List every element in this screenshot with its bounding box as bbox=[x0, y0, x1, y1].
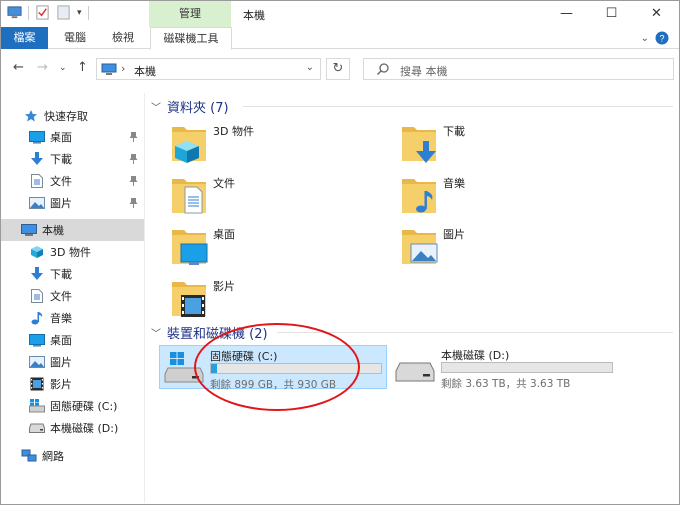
address-bar[interactable]: › 本機 ⌄ bbox=[96, 58, 321, 80]
sidebar-item-desktop[interactable]: 桌面 bbox=[1, 126, 144, 148]
chevron-down-icon[interactable]: ⌄ bbox=[306, 62, 314, 73]
download-arrow-icon bbox=[29, 266, 45, 282]
address-row: ← → ⌄ ↑ › 本機 ⌄ ↻ 搜尋 本機 bbox=[1, 51, 679, 85]
desktop-icon bbox=[29, 332, 45, 348]
network-icon bbox=[21, 448, 37, 464]
drive-d-info: 剩餘 3.63 TB，共 3.63 TB bbox=[441, 378, 571, 390]
pin-icon[interactable] bbox=[129, 153, 138, 167]
pin-icon[interactable] bbox=[129, 131, 138, 145]
up-arrow-icon[interactable]: ↑ bbox=[77, 60, 88, 75]
sidebar-item-quick-access[interactable]: 快速存取 bbox=[1, 105, 144, 127]
pin-icon[interactable] bbox=[129, 175, 138, 189]
sidebar-item-drive-c[interactable]: 固態硬碟 (C:) bbox=[1, 395, 144, 417]
hard-drive-icon bbox=[29, 420, 45, 436]
document-icon bbox=[29, 288, 45, 304]
pc-icon bbox=[101, 63, 117, 75]
expand-ribbon-icon[interactable]: ⌄ bbox=[641, 33, 649, 44]
quick-access-toolbar: ▾ bbox=[7, 5, 89, 20]
help-icon[interactable]: ? bbox=[655, 31, 669, 45]
document-icon bbox=[29, 173, 45, 189]
downloads-folder-icon bbox=[402, 127, 436, 163]
desktop-folder-icon bbox=[172, 230, 208, 265]
videos-folder-icon bbox=[172, 282, 206, 317]
navigation-pane: 快速存取 桌面 下載 文件 圖片 本機 3D 物件 下載 文件 音樂 桌面 圖片… bbox=[1, 93, 145, 503]
music-note-icon bbox=[29, 310, 45, 326]
folder-3d-objects[interactable]: 3D 物件 bbox=[171, 121, 371, 169]
back-arrow-icon[interactable]: ← bbox=[13, 60, 24, 75]
sidebar-item-3d-objects[interactable]: 3D 物件 bbox=[1, 241, 144, 263]
properties-icon[interactable] bbox=[35, 5, 50, 20]
sidebar-item-documents[interactable]: 文件 bbox=[1, 170, 144, 192]
pictures-folder-icon bbox=[402, 230, 438, 264]
sidebar-item-downloads-pc[interactable]: 下載 bbox=[1, 263, 144, 285]
sidebar-item-network[interactable]: 網路 bbox=[1, 445, 144, 467]
content-pane: ﹀ 資料夾 (7) 3D 物件 下載 文件 音樂 桌面 圖片 影片 ﹀ 裝置和磁… bbox=[147, 93, 679, 503]
folder-documents[interactable]: 文件 bbox=[171, 173, 371, 221]
close-button[interactable]: ✕ bbox=[634, 1, 679, 27]
drive-d-tile[interactable]: 本機磁碟 (D:) 剩餘 3.63 TB，共 3.63 TB bbox=[391, 345, 621, 390]
folder-pictures[interactable]: 圖片 bbox=[401, 224, 601, 272]
folder-downloads[interactable]: 下載 bbox=[401, 121, 601, 169]
svg-text:?: ? bbox=[659, 34, 664, 44]
hard-drive-icon bbox=[395, 362, 435, 382]
search-input[interactable]: 搜尋 本機 bbox=[363, 58, 674, 80]
chevron-down-icon[interactable]: ﹀ bbox=[151, 325, 161, 340]
forward-arrow-icon[interactable]: → bbox=[37, 60, 48, 75]
3d-objects-folder-icon bbox=[172, 127, 206, 163]
folder-music[interactable]: 音樂 bbox=[401, 173, 601, 221]
download-arrow-icon bbox=[29, 151, 45, 167]
sidebar-item-documents-pc[interactable]: 文件 bbox=[1, 285, 144, 307]
sidebar-item-music[interactable]: 音樂 bbox=[1, 307, 144, 329]
sidebar-item-pictures[interactable]: 圖片 bbox=[1, 192, 144, 214]
breadcrumb[interactable]: 本機 bbox=[134, 63, 156, 79]
documents-folder-icon bbox=[172, 179, 206, 214]
pin-icon[interactable] bbox=[129, 197, 138, 211]
ribbon-tabs: 檔案 電腦 檢視 磁碟機工具 ⌄ ? bbox=[1, 27, 679, 50]
picture-icon bbox=[29, 195, 45, 211]
annotation-circle bbox=[194, 323, 360, 411]
tab-computer[interactable]: 電腦 bbox=[57, 27, 93, 49]
cube-icon bbox=[29, 244, 45, 260]
pc-icon bbox=[21, 222, 37, 238]
desktop-icon bbox=[29, 129, 45, 145]
chevron-down-icon[interactable]: ﹀ bbox=[151, 99, 161, 114]
windows-drive-icon bbox=[29, 398, 45, 414]
breadcrumb-chevron-icon[interactable]: › bbox=[121, 62, 125, 75]
sidebar-item-pictures-pc[interactable]: 圖片 bbox=[1, 351, 144, 373]
music-folder-icon bbox=[402, 179, 436, 213]
folders-header-label: 資料夾 (7) bbox=[167, 100, 229, 116]
group-header-folders[interactable]: ﹀ 資料夾 (7) bbox=[151, 97, 675, 116]
tab-file[interactable]: 檔案 bbox=[1, 27, 48, 49]
sidebar-item-drive-d[interactable]: 本機磁碟 (D:) bbox=[1, 417, 144, 439]
new-folder-icon[interactable] bbox=[56, 5, 71, 20]
context-tab-manage: 管理 bbox=[149, 1, 231, 27]
maximize-button[interactable]: ☐ bbox=[589, 1, 634, 27]
drive-d-name: 本機磁碟 (D:) bbox=[441, 349, 510, 362]
file-explorer-window: ▾ 管理 本機 — ☐ ✕ 檔案 電腦 檢視 磁碟機工具 ⌄ ? ← → ⌄ ↑… bbox=[0, 0, 680, 505]
picture-icon bbox=[29, 354, 45, 370]
search-placeholder: 搜尋 本機 bbox=[400, 65, 448, 78]
folder-desktop[interactable]: 桌面 bbox=[171, 224, 371, 272]
minimize-button[interactable]: — bbox=[544, 1, 589, 27]
search-icon bbox=[377, 63, 389, 75]
sidebar-item-this-pc[interactable]: 本機 bbox=[1, 219, 144, 241]
sidebar-item-downloads[interactable]: 下載 bbox=[1, 148, 144, 170]
customize-qat-icon[interactable]: ▾ bbox=[77, 8, 82, 18]
film-icon bbox=[29, 376, 45, 392]
refresh-button[interactable]: ↻ bbox=[326, 58, 350, 80]
sidebar-item-videos[interactable]: 影片 bbox=[1, 373, 144, 395]
recent-locations-icon[interactable]: ⌄ bbox=[59, 63, 67, 73]
sidebar-item-desktop-pc[interactable]: 桌面 bbox=[1, 329, 144, 351]
star-icon bbox=[23, 108, 39, 124]
window-title: 本機 bbox=[243, 9, 265, 22]
tab-view[interactable]: 檢視 bbox=[105, 27, 141, 49]
pc-icon[interactable] bbox=[7, 5, 22, 20]
title-bar: ▾ 管理 本機 — ☐ ✕ bbox=[1, 1, 679, 27]
folder-videos[interactable]: 影片 bbox=[171, 276, 371, 324]
tab-drive-tools[interactable]: 磁碟機工具 bbox=[150, 27, 232, 50]
drive-d-usage-bar bbox=[441, 362, 613, 373]
